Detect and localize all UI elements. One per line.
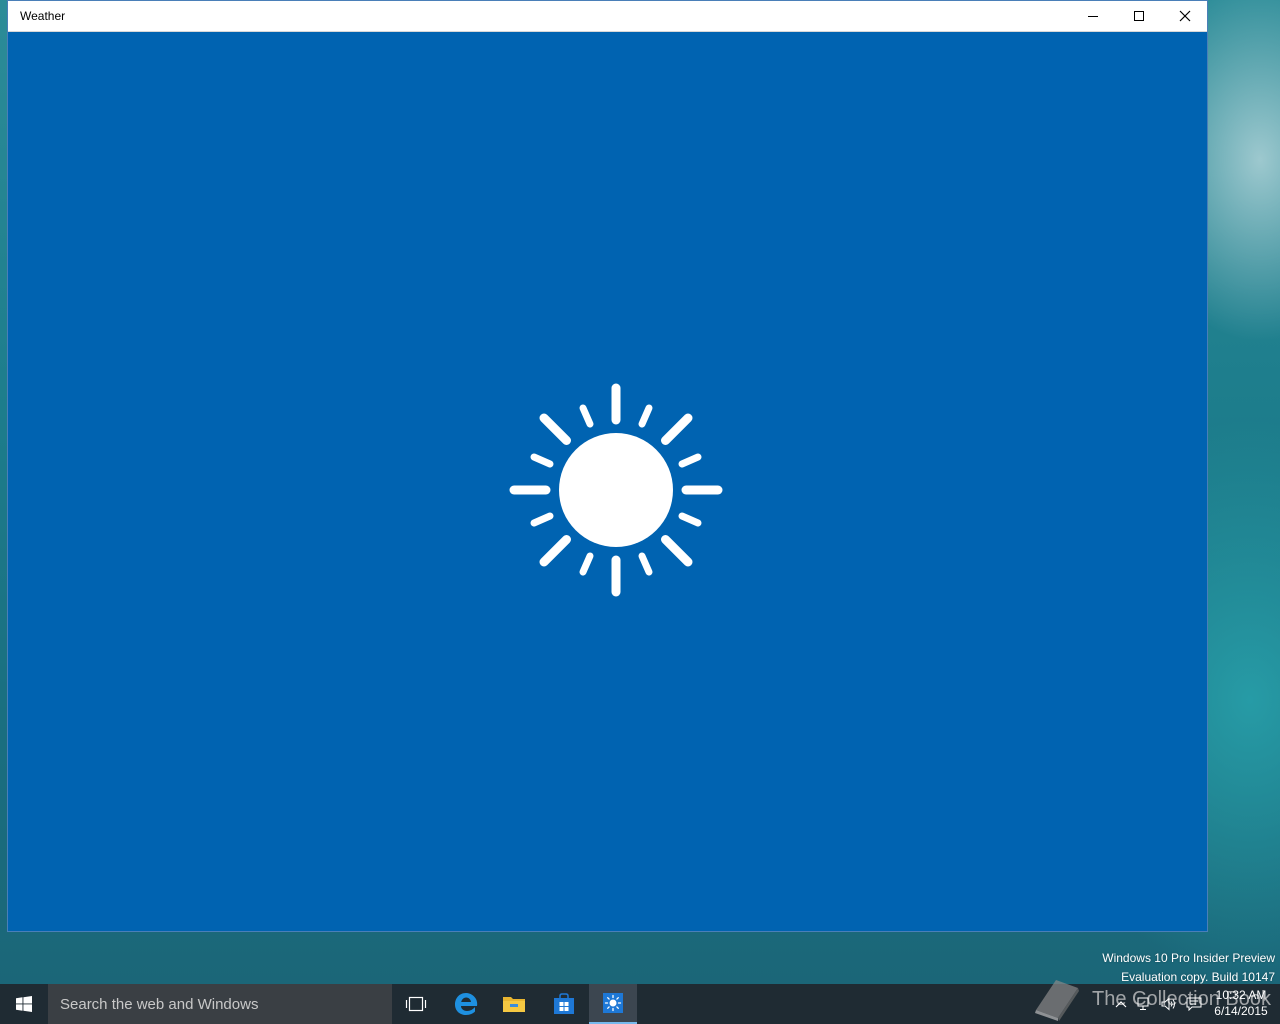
- action-center-icon: [1186, 997, 1202, 1011]
- network-icon: [1137, 997, 1149, 1010]
- show-hidden-icons-button[interactable]: [1112, 996, 1130, 1012]
- network-button[interactable]: [1136, 996, 1154, 1012]
- maximize-icon: [1134, 11, 1144, 21]
- windows-logo-icon: [16, 996, 32, 1012]
- book-icon: [1035, 980, 1079, 1021]
- edge-icon: [455, 993, 478, 1015]
- edge-button[interactable]: [442, 984, 490, 1024]
- search-box[interactable]: Search the web and Windows: [48, 984, 392, 1024]
- start-button[interactable]: [0, 984, 48, 1024]
- sun-icon: [509, 383, 723, 597]
- watermark-edition: Windows 10 Pro Insider Preview: [1102, 951, 1275, 965]
- volume-icon: [1161, 997, 1175, 1011]
- clock[interactable]: 10:32 AM 6/14/2015: [1210, 987, 1272, 1019]
- minimize-icon: [1088, 16, 1098, 17]
- weather-app-icon: [603, 993, 623, 1013]
- action-center-button[interactable]: [1185, 996, 1203, 1012]
- weather-window: Weather: [7, 0, 1208, 932]
- window-title: Weather: [20, 9, 66, 23]
- maximize-button[interactable]: [1116, 1, 1162, 31]
- minimize-button[interactable]: [1070, 1, 1116, 31]
- weather-app-button[interactable]: [589, 984, 637, 1024]
- file-explorer-icon: [503, 997, 525, 1012]
- volume-button[interactable]: [1160, 996, 1178, 1012]
- store-button[interactable]: [540, 984, 588, 1024]
- clock-time: 10:32 AM: [1215, 988, 1267, 1002]
- store-icon: [554, 993, 574, 1014]
- chevron-up-icon: [1115, 1001, 1127, 1008]
- close-icon: [1179, 10, 1191, 22]
- task-view-icon: [405, 996, 427, 1012]
- search-placeholder: Search the web and Windows: [60, 995, 259, 1013]
- file-explorer-button[interactable]: [490, 984, 538, 1024]
- splash-screen: [8, 32, 1207, 931]
- title-bar[interactable]: Weather: [8, 1, 1207, 32]
- close-button[interactable]: [1162, 1, 1208, 31]
- clock-date: 6/14/2015: [1214, 1004, 1268, 1018]
- task-view-button[interactable]: [392, 984, 440, 1024]
